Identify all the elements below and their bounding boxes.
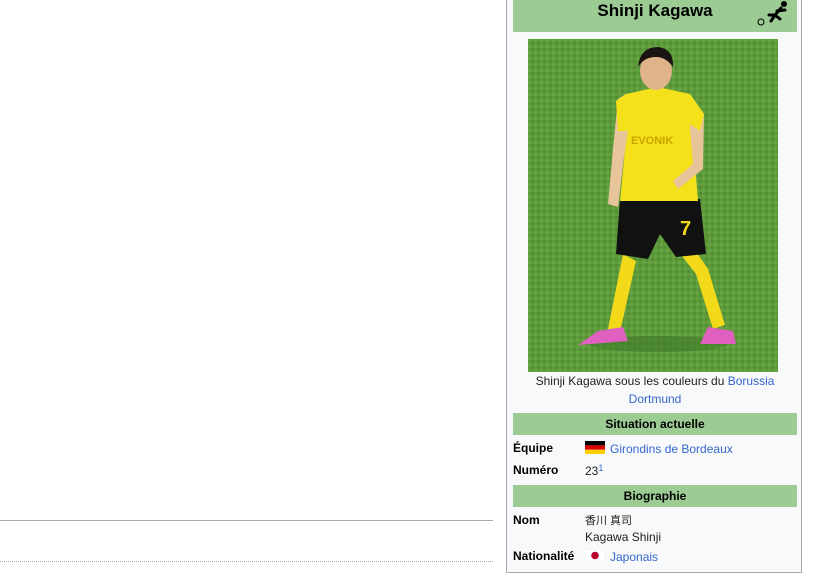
row-team: Équipe Girondins de Bordeaux bbox=[513, 441, 797, 461]
row-number: Numéro 231 bbox=[513, 463, 797, 483]
germany-flag-icon bbox=[585, 441, 605, 458]
number-label: Numéro bbox=[513, 463, 559, 477]
player-photo[interactable]: 7 EVONIK bbox=[528, 39, 778, 372]
infobox: Shinji Kagawa 7 EVONIK Shinji Kagawa sou… bbox=[506, 0, 802, 573]
content-dotted-divider bbox=[0, 561, 493, 562]
section-heading-biography: Biographie bbox=[513, 485, 797, 507]
svg-text:EVONIK: EVONIK bbox=[631, 135, 673, 147]
section-heading-current: Situation actuelle bbox=[513, 413, 797, 435]
infobox-title-bar: Shinji Kagawa bbox=[513, 0, 797, 32]
team-link[interactable]: Girondins de Bordeaux bbox=[610, 442, 733, 456]
number-text: 23 bbox=[585, 464, 599, 478]
name-label: Nom bbox=[513, 513, 540, 527]
team-label: Équipe bbox=[513, 441, 554, 455]
svg-text:7: 7 bbox=[680, 218, 691, 240]
number-value: 231 bbox=[585, 463, 603, 479]
team-value: Girondins de Bordeaux bbox=[585, 441, 733, 458]
photo-caption: Shinji Kagawa sous les couleurs du Borus… bbox=[513, 372, 797, 408]
row-name: Nom 香川 真司 Kagawa Shinji bbox=[513, 513, 797, 545]
content-divider bbox=[0, 520, 493, 521]
nationality-link[interactable]: Japonais bbox=[610, 550, 658, 564]
japan-flag-icon bbox=[584, 549, 606, 566]
name-romanized: Kagawa Shinji bbox=[585, 530, 662, 544]
name-native: 香川 真司 bbox=[585, 515, 633, 527]
caption-text: Shinji Kagawa sous les couleurs du bbox=[535, 374, 728, 388]
football-player-icon bbox=[753, 0, 793, 34]
nationality-value: Japonais bbox=[584, 549, 658, 566]
number-reference-link[interactable]: 1 bbox=[598, 463, 603, 473]
nationality-label: Nationalité bbox=[513, 549, 575, 563]
name-value: 香川 真司 Kagawa Shinji bbox=[585, 513, 661, 545]
row-nationality: Nationalité Japonais bbox=[513, 549, 797, 567]
